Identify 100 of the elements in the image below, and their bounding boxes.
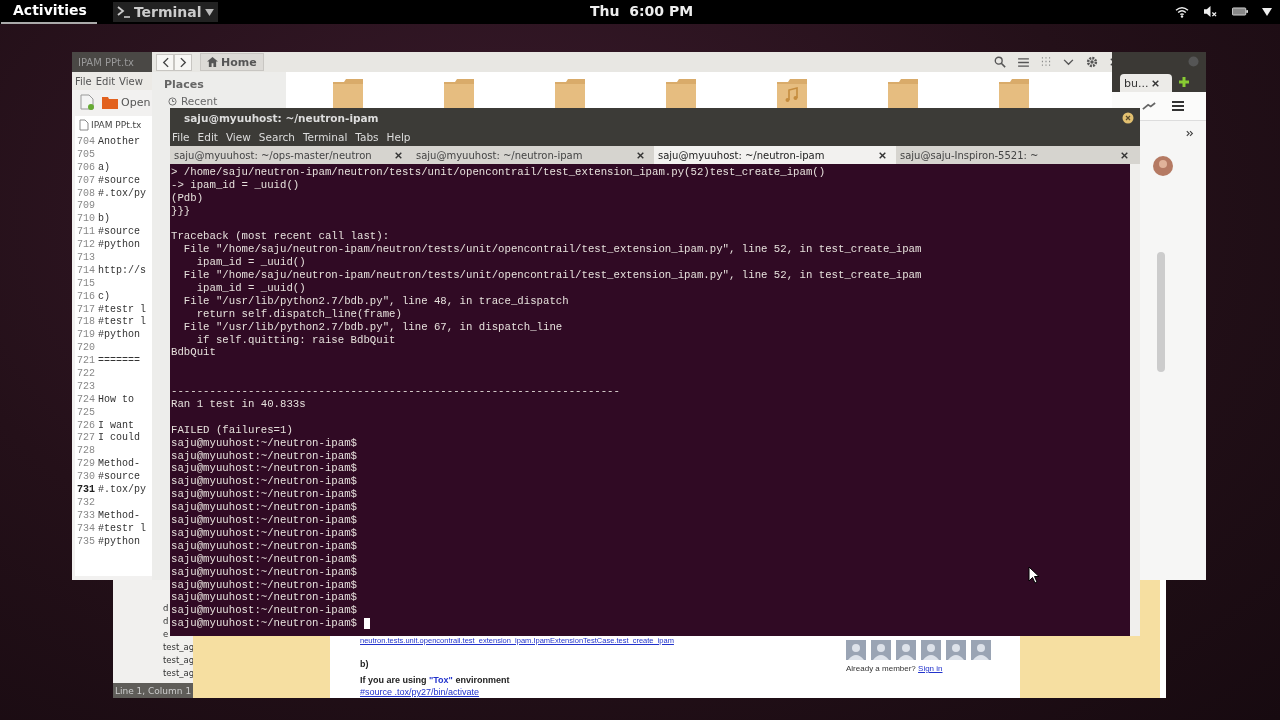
menu-item[interactable]: View bbox=[225, 131, 251, 143]
menu-icon[interactable] bbox=[1172, 101, 1184, 111]
menu-item[interactable]: Terminal bbox=[302, 131, 348, 143]
close-icon[interactable] bbox=[395, 151, 402, 159]
menu-item[interactable]: File bbox=[75, 75, 92, 87]
sidebar-item[interactable]: test_ag bbox=[163, 654, 193, 666]
activities-button[interactable]: Activities bbox=[1, 0, 97, 24]
line-number: 710 bbox=[76, 213, 95, 227]
terminal-line: FAILED (failures=1) bbox=[171, 423, 293, 437]
heading: b) bbox=[360, 659, 370, 669]
terminal-line: ---------------------------------------------------------------------- bbox=[171, 385, 620, 399]
terminal-icon bbox=[116, 6, 131, 18]
code-line: #.tox/py bbox=[98, 187, 146, 201]
code-line: #source bbox=[98, 471, 140, 484]
line-number: 719 bbox=[76, 329, 95, 343]
new-tab-icon[interactable] bbox=[1178, 76, 1190, 88]
code-line: #testr l bbox=[98, 522, 146, 536]
extension-icon[interactable] bbox=[1142, 101, 1156, 111]
scrollbar-thumb[interactable] bbox=[1157, 252, 1165, 372]
terminal-line: (Pdb) bbox=[171, 191, 204, 205]
terminal-line: saju@myuuhost:~/neutron-ipam$ bbox=[171, 591, 357, 605]
back-button[interactable] bbox=[156, 53, 174, 71]
line-number: 711 bbox=[76, 226, 95, 240]
list-view-icon[interactable] bbox=[1018, 57, 1029, 67]
caret-icon[interactable] bbox=[1262, 7, 1272, 16]
close-icon[interactable] bbox=[1122, 112, 1134, 124]
code-line: #testr l bbox=[98, 303, 146, 316]
sidebar-item[interactable]: test_ag bbox=[163, 641, 193, 653]
line-number: 729 bbox=[76, 458, 95, 472]
menu-item[interactable]: Edit bbox=[95, 75, 116, 87]
clock[interactable]: Thu 6:00 PM bbox=[590, 3, 694, 19]
code-line: Another bbox=[98, 136, 140, 149]
line-number: 715 bbox=[76, 277, 95, 291]
code-line: Method- bbox=[98, 509, 140, 523]
code-line: Method- bbox=[98, 458, 140, 472]
avatar-icon[interactable] bbox=[1153, 156, 1173, 176]
chevron-down-icon[interactable] bbox=[1063, 58, 1074, 66]
line-number: 718 bbox=[76, 316, 95, 330]
sidebar-item[interactable]: Recent bbox=[168, 95, 286, 107]
close-icon[interactable] bbox=[1121, 151, 1128, 159]
terminal-line: ipam_id = _uuid() bbox=[195, 282, 306, 295]
link[interactable]: #source .tox/py27/bin/activate bbox=[360, 687, 830, 697]
line-number: 725 bbox=[76, 406, 95, 420]
app-menu[interactable]: Terminal bbox=[112, 2, 218, 22]
line-number: 714 bbox=[76, 264, 95, 278]
terminal-tab[interactable]: saju@myuuhost: ~/neutron-ipam bbox=[654, 146, 896, 164]
line-number: 730 bbox=[76, 471, 95, 485]
folder-icon bbox=[102, 95, 118, 109]
terminal-line: > /home/saju/neutron-ipam/neutron/tests/unit/opencontrail/test_extension_ipam.py(52)test_create_ipam() bbox=[171, 166, 826, 179]
new-document-icon[interactable] bbox=[80, 94, 94, 110]
wifi-icon[interactable] bbox=[1175, 5, 1189, 18]
line-number: 727 bbox=[76, 432, 95, 446]
open-button[interactable]: Open bbox=[102, 95, 151, 109]
line-number: 734 bbox=[76, 522, 95, 536]
scrollbar[interactable] bbox=[1130, 164, 1140, 636]
line-number: 717 bbox=[76, 303, 95, 317]
line-number: 724 bbox=[76, 393, 95, 407]
terminal-line: saju@myuuhost:~/neutron-ipam$ bbox=[171, 501, 357, 515]
close-icon[interactable] bbox=[637, 151, 644, 159]
volume-muted-icon[interactable] bbox=[1203, 5, 1218, 18]
terminal-line: saju@myuuhost:~/neutron-ipam$ bbox=[171, 526, 357, 540]
code-line: #source bbox=[98, 174, 140, 188]
home-icon bbox=[207, 57, 218, 67]
line-number: 706 bbox=[76, 161, 95, 175]
terminal-line: saju@myuuhost:~/neutron-ipam$ bbox=[171, 604, 357, 618]
terminal-line: File "/usr/lib/python2.7/bdb.py", line 67, in dispatch_line bbox=[182, 320, 563, 334]
menu-item[interactable]: Help bbox=[386, 131, 411, 143]
close-icon[interactable] bbox=[1152, 79, 1160, 87]
menu-item[interactable]: File bbox=[172, 131, 190, 143]
line-number: 720 bbox=[76, 342, 95, 356]
music-folder-icon[interactable] bbox=[776, 78, 808, 108]
line-number: 705 bbox=[76, 148, 95, 162]
document-tab[interactable]: IPAM PPt.tx bbox=[75, 116, 152, 134]
code-line: #testr l bbox=[98, 316, 146, 329]
terminal-line: saju@myuuhost:~/neutron-ipam$ bbox=[171, 552, 357, 566]
terminal-line: if self.quitting: raise BdbQuit bbox=[195, 333, 396, 347]
mouse-pointer-icon bbox=[1028, 566, 1040, 584]
menu-item[interactable]: Edit bbox=[197, 131, 218, 143]
code-line: I want bbox=[98, 419, 134, 432]
code-line: I could bbox=[98, 432, 140, 446]
terminal-line: saju@myuuhost:~/neutron-ipam$ bbox=[171, 539, 357, 553]
browser-tab[interactable]: bu... bbox=[1120, 74, 1172, 92]
terminal-line: saju@myuuhost:~/neutron-ipam$ bbox=[171, 475, 357, 489]
document-icon bbox=[79, 119, 89, 131]
sign-in-link[interactable]: Sign in bbox=[918, 664, 943, 673]
menu-item[interactable]: Search bbox=[258, 131, 295, 143]
sidebar-heading: Places bbox=[164, 78, 205, 91]
line-number: 716 bbox=[76, 290, 95, 304]
chevrons-icon[interactable] bbox=[1186, 130, 1194, 137]
search-icon[interactable] bbox=[994, 56, 1006, 68]
sidebar-item[interactable]: test_ag bbox=[163, 667, 193, 679]
menu-item[interactable]: View bbox=[119, 75, 143, 87]
forward-button[interactable] bbox=[174, 53, 192, 71]
home-button[interactable]: Home bbox=[200, 53, 264, 71]
menu-item[interactable]: Tabs bbox=[355, 131, 379, 143]
window-title: IPAM PPt.tx bbox=[78, 56, 134, 68]
battery-icon[interactable] bbox=[1232, 7, 1248, 16]
terminal-line: saju@myuuhost:~/neutron-ipam$ bbox=[171, 578, 357, 592]
settings-icon[interactable] bbox=[1086, 56, 1098, 68]
close-icon[interactable] bbox=[879, 151, 886, 159]
